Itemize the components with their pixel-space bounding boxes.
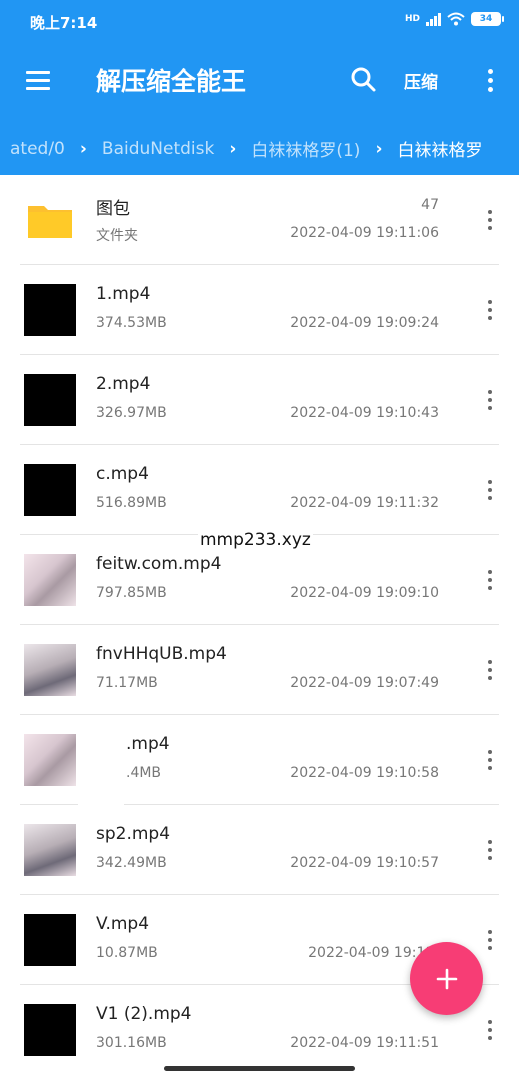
compress-button[interactable]: 压缩 — [404, 68, 438, 93]
video-thumbnail — [24, 914, 76, 966]
video-thumbnail — [24, 734, 76, 786]
file-date: 2022-04-09 19:11:32 — [290, 495, 439, 511]
more-vert-icon[interactable] — [480, 565, 500, 595]
more-vert-icon[interactable] — [480, 295, 500, 325]
file-size: 797.85MB — [96, 585, 167, 601]
more-vert-icon[interactable] — [480, 655, 500, 685]
app-header: 晚上7:14 HD 34 解压缩全能王 压缩 ated/0 › BaiduNet… — [0, 0, 519, 175]
file-name: c.mp4 — [96, 464, 149, 484]
app-title: 解压缩全能王 — [96, 67, 247, 96]
file-list: 图包 文件夹 47 2022-04-09 19:11:06 1.mp4 374.… — [0, 175, 519, 1075]
file-size: .4MB — [126, 765, 162, 781]
more-vert-icon[interactable] — [480, 475, 500, 505]
video-thumbnail — [24, 824, 76, 876]
file-size: 326.97MB — [96, 405, 167, 421]
file-date: 2022-04-09 19:10:57 — [290, 855, 439, 871]
file-date: 2022-04-09 19:10:43 — [290, 405, 439, 421]
list-item[interactable]: fnvHHqUB.mp4 71.17MB 2022-04-09 19:07:49 — [0, 625, 519, 715]
battery-icon: 34 — [471, 12, 504, 26]
more-vert-icon[interactable] — [480, 925, 500, 955]
file-size: 71.17MB — [96, 675, 158, 691]
search-icon[interactable] — [346, 62, 382, 98]
breadcrumb: ated/0 › BaiduNetdisk › 白袜袜格罗(1) › 白袜袜格罗 — [0, 128, 519, 166]
file-name: .mp4 — [126, 734, 170, 754]
file-name: 2.mp4 — [96, 374, 151, 394]
video-thumbnail — [24, 1004, 76, 1056]
file-name: fnvHHqUB.mp4 — [96, 644, 227, 664]
watermark-text: mmp233.xyz — [198, 530, 313, 550]
redaction-block — [80, 822, 94, 872]
status-bar: 晚上7:14 HD 34 — [0, 0, 519, 44]
list-item[interactable]: 2.mp4 326.97MB 2022-04-09 19:10:43 — [0, 355, 519, 445]
breadcrumb-item[interactable]: ated/0 — [10, 139, 65, 159]
file-size: 301.16MB — [96, 1035, 167, 1051]
more-vert-icon[interactable] — [478, 62, 502, 98]
home-indicator[interactable] — [164, 1066, 355, 1071]
more-vert-icon[interactable] — [480, 835, 500, 865]
file-name: V.mp4 — [96, 914, 150, 934]
toolbar: 解压缩全能王 压缩 — [0, 44, 519, 116]
file-type: 文件夹 — [96, 228, 138, 244]
video-thumbnail — [24, 554, 76, 606]
file-name: sp2.mp4 — [96, 824, 171, 844]
list-item[interactable]: 图包 文件夹 47 2022-04-09 19:11:06 — [0, 175, 519, 265]
file-date: 2022-04-09 19:09:24 — [290, 315, 439, 331]
add-fab-button[interactable] — [410, 942, 483, 1015]
more-vert-icon[interactable] — [480, 1015, 500, 1045]
chevron-right-icon: › — [229, 138, 237, 159]
breadcrumb-current[interactable]: 白袜袜格罗 — [397, 136, 482, 161]
breadcrumb-item[interactable]: 白袜袜格罗(1) — [251, 136, 360, 161]
video-thumbnail — [24, 644, 76, 696]
more-vert-icon[interactable] — [480, 745, 500, 775]
file-name: 图包 — [96, 199, 130, 219]
network-type-label: HD — [404, 13, 420, 24]
status-time: 晚上7:14 — [30, 14, 98, 32]
folder-icon — [28, 206, 72, 238]
file-date: 2022-04-09 19:11:51 — [290, 1035, 439, 1051]
redaction-block — [78, 730, 124, 820]
wifi-icon — [447, 12, 465, 26]
video-thumbnail — [24, 374, 76, 426]
file-date: 2022-04-09 19:09:10 — [290, 585, 439, 601]
hamburger-menu-icon[interactable] — [18, 60, 58, 100]
status-icons: HD 34 — [404, 12, 504, 26]
breadcrumb-item[interactable]: BaiduNetdisk — [102, 139, 214, 159]
list-item[interactable]: 1.mp4 374.53MB 2022-04-09 19:09:24 — [0, 265, 519, 355]
add-icon — [436, 968, 457, 989]
more-vert-icon[interactable] — [480, 205, 500, 235]
file-date: 2022-04-09 19:11:06 — [290, 225, 439, 241]
file-name: 1.mp4 — [96, 284, 151, 304]
video-thumbnail — [24, 284, 76, 336]
chevron-right-icon: › — [375, 138, 383, 159]
video-thumbnail — [24, 464, 76, 516]
file-size: 342.49MB — [96, 855, 167, 871]
file-size: 10.87MB — [96, 945, 158, 961]
file-name: feitw.com.mp4 — [96, 554, 222, 574]
file-size: 374.53MB — [96, 315, 167, 331]
file-name: V1 (2).mp4 — [96, 1004, 192, 1024]
file-date: 2022-04-09 19:07:49 — [290, 675, 439, 691]
chevron-right-icon: › — [79, 138, 87, 159]
item-count: 47 — [421, 197, 439, 213]
signal-icon — [426, 12, 441, 26]
list-item[interactable]: c.mp4 516.89MB 2022-04-09 19:11:32 — [0, 445, 519, 535]
more-vert-icon[interactable] — [480, 385, 500, 415]
file-date: 2022-04-09 19:10:58 — [290, 765, 439, 781]
file-size: 516.89MB — [96, 495, 167, 511]
